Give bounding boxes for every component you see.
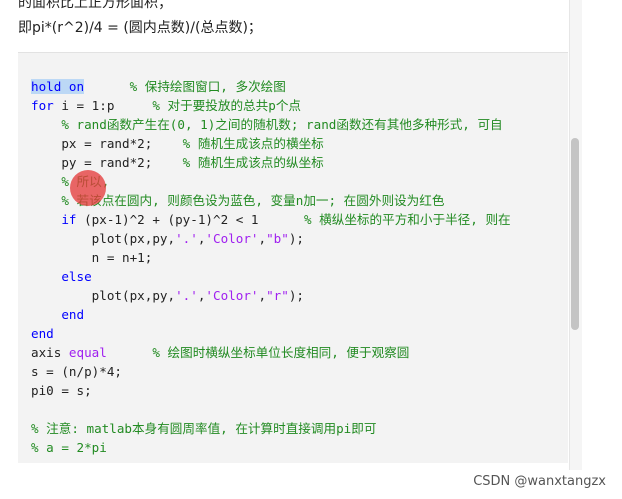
code-token: n = n+1; (31, 250, 153, 265)
code-token: "b" (266, 231, 289, 246)
code-line: py = rand*2; % 随机生成该点的纵坐标 (31, 153, 511, 172)
code-line: % rand函数产生在(0, 1)之间的随机数; rand函数还有其他多种形式,… (31, 115, 511, 134)
code-line: plot(px,py,'.','Color',"r"); (31, 286, 511, 305)
code-token: % 绘图时横纵坐标单位长度相同, 便于观察圆 (152, 345, 410, 360)
code-token: % 注意: matlab本身有圆周率值, 在计算时直接调用pi即可 (31, 421, 377, 436)
code-line: end (31, 324, 511, 343)
code-token: for (31, 98, 54, 113)
code-line: axis equal % 绘图时横纵坐标单位长度相同, 便于观察圆 (31, 343, 511, 362)
code-token: py = rand*2; (31, 155, 183, 170)
code-token: plot(px,py, (31, 231, 176, 246)
code-token: % 保持绘图窗口, 多次绘图 (129, 79, 286, 94)
code-line: else (31, 267, 511, 286)
code-token: axis (31, 345, 69, 360)
code-line: % a = 2*pi (31, 438, 511, 457)
code-token: % 随机生成该点的横坐标 (182, 136, 324, 151)
code-token: "r" (266, 288, 289, 303)
code-token: s = (n/p)*4; (31, 364, 122, 379)
code-line: plot(px,py,'.','Color',"b"); (31, 229, 511, 248)
code-token: % 若该点在圆内, 则颜色设为蓝色, 变量n加一; 在圆外则设为红色 (61, 193, 445, 208)
code-token: % 对于要投放的总共p个点 (152, 98, 302, 113)
code-token: hold on (31, 79, 85, 94)
code-token: end (61, 307, 85, 322)
code-token: end (31, 326, 54, 341)
code-content: hold on % 保持绘图窗口, 多次绘图 for i = 1:p % 对于要投… (31, 77, 511, 457)
code-line: % 注意: matlab本身有圆周率值, 在计算时直接调用pi即可 (31, 419, 511, 438)
code-token: '.' (175, 288, 198, 303)
code-line: if (px-1)^2 + (py-1)^2 < 1 % 横纵坐标的平方和小于半… (31, 210, 511, 229)
code-token: 'Color' (205, 288, 259, 303)
code-token: , (258, 231, 267, 246)
code-token: pi0 = s; (31, 383, 92, 398)
code-token: if (61, 212, 77, 227)
code-token: i = 1:p (53, 98, 153, 113)
code-line: s = (n/p)*4; (31, 362, 511, 381)
code-token: , (258, 288, 267, 303)
code-token: '.' (175, 231, 198, 246)
code-token: (px-1)^2 + (py-1)^2 < 1 (76, 212, 304, 227)
code-token: ); (288, 288, 304, 303)
code-line: end (31, 305, 511, 324)
code-token: else (61, 269, 92, 284)
code-line: px = rand*2; % 随机生成该点的横坐标 (31, 134, 511, 153)
code-token: 'Color' (205, 231, 259, 246)
code-block: hold on % 保持绘图窗口, 多次绘图 for i = 1:p % 对于要投… (18, 52, 568, 463)
code-line: hold on % 保持绘图窗口, 多次绘图 (31, 77, 511, 96)
code-token: plot(px,py, (31, 288, 176, 303)
code-token: % 随机生成该点的纵坐标 (182, 155, 324, 170)
cursor-highlight-icon (70, 170, 106, 206)
paragraph-fragment: 的面积比上正方形面积； (18, 0, 172, 11)
code-token: % a = 2*pi (31, 440, 107, 455)
code-token: ); (288, 231, 304, 246)
code-token: % 横纵坐标的平方和小于半径, 则在 (303, 212, 511, 227)
code-line: for i = 1:p % 对于要投放的总共p个点 (31, 96, 511, 115)
scrollbar-thumb[interactable] (571, 138, 579, 330)
code-token: equal (68, 345, 107, 360)
code-line: n = n+1; (31, 248, 511, 267)
formula-text: 即pi*(r^2)/4 = (圆内点数)/(总点数)； (18, 20, 262, 36)
code-line: pi0 = s; (31, 381, 511, 400)
code-token: % rand函数产生在(0, 1)之间的随机数; rand函数还有其他多种形式,… (61, 117, 503, 132)
csdn-watermark: CSDN @wanxtangzx (473, 474, 606, 489)
code-token: px = rand*2; (31, 136, 183, 151)
